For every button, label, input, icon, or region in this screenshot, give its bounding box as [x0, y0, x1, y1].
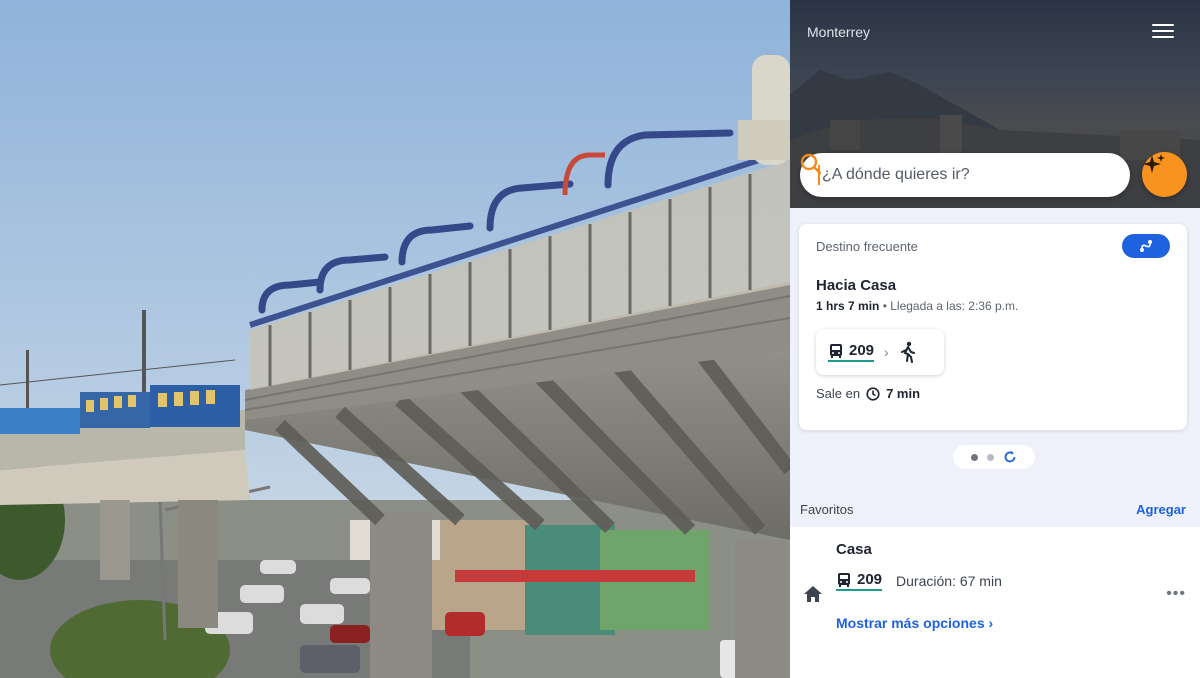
bus-route-number: 209: [857, 571, 883, 588]
favorite-item-casa[interactable]: Casa 209 Duración: 67 min ••• Mostrar má…: [790, 527, 1200, 678]
trip-duration: 1 hrs 7 min: [816, 299, 880, 313]
hero-header: Monterrey ¿A dónde quieres ir?: [790, 0, 1200, 208]
more-dots-icon[interactable]: •••: [1166, 585, 1186, 603]
leaves-label: Sale en: [816, 386, 861, 401]
bus-route-number: 209: [849, 342, 875, 359]
bus-route-badge: 209: [836, 571, 883, 591]
walk-icon: [900, 341, 915, 363]
pager-dot-active[interactable]: [971, 453, 978, 461]
route-icon: [1140, 240, 1152, 252]
chevron-right-icon: ›: [988, 615, 994, 631]
pager-dot[interactable]: [987, 453, 994, 461]
sparkle-icon: [1143, 154, 1165, 173]
favorite-route-row: 209 Duración: 67 min: [836, 571, 1002, 591]
search-placeholder: ¿A dónde quieres ir?: [822, 166, 970, 183]
add-favorite-button[interactable]: Agregar: [1136, 502, 1186, 517]
refresh-icon[interactable]: [1003, 450, 1017, 464]
bus-route-badge: 209: [828, 342, 875, 362]
bus-icon: [830, 343, 842, 358]
ai-assistant-button[interactable]: [1142, 152, 1187, 197]
screen: Monterrey ¿A dónde quieres ir? Destino f…: [0, 0, 1200, 678]
favorite-duration: Duración: 67 min: [896, 573, 1002, 589]
departure-info: Sale en 7 min: [816, 386, 920, 401]
metro-station-photo: [0, 0, 790, 678]
search-icon[interactable]: [800, 153, 822, 175]
home-icon: [804, 586, 822, 602]
frequent-destination-card[interactable]: Destino frecuente Hacia Casa 1 hrs 7 min…: [799, 224, 1187, 430]
transit-app-panel: Monterrey ¿A dónde quieres ir? Destino f…: [790, 0, 1200, 678]
arrival-time: • Llegada a las: 2:36 p.m.: [882, 299, 1019, 313]
route-button[interactable]: [1122, 234, 1170, 258]
chevron-right-icon: ›: [884, 344, 889, 360]
hamburger-menu-icon[interactable]: [1152, 24, 1174, 40]
bus-icon: [838, 572, 850, 587]
favorite-name: Casa: [836, 541, 872, 558]
trip-summary: 1 hrs 7 min • Llegada a las: 2:36 p.m.: [816, 299, 1018, 313]
favorites-header: Favoritos: [800, 502, 854, 517]
show-more-options-label: Mostrar más opciones: [836, 615, 985, 631]
search-input[interactable]: ¿A dónde quieres ir?: [800, 153, 1130, 197]
carousel-pager[interactable]: [953, 445, 1035, 469]
destination-title: Hacia Casa: [816, 277, 897, 294]
clock-icon: [866, 386, 880, 401]
frequent-destination-label: Destino frecuente: [816, 239, 918, 254]
leaves-value: 7 min: [886, 386, 921, 401]
city-label: Monterrey: [807, 24, 871, 40]
route-summary-chip[interactable]: 209 ›: [816, 329, 944, 375]
show-more-options-link[interactable]: Mostrar más opciones ›: [836, 615, 993, 631]
